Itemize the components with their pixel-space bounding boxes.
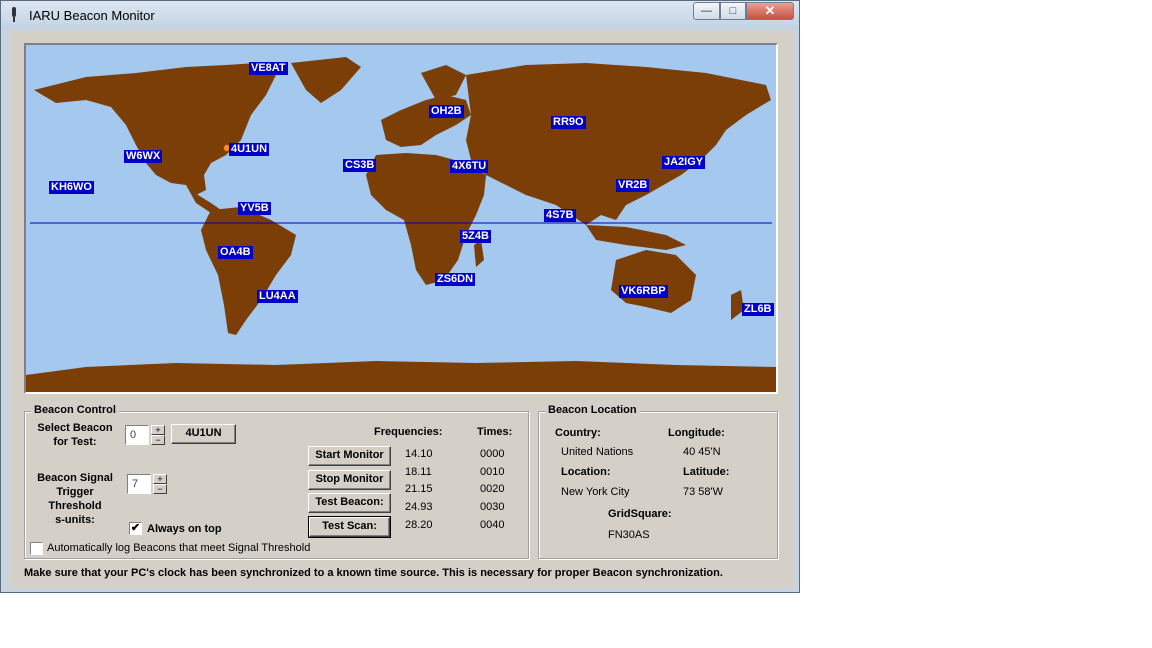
beacon-label[interactable]: 5Z4B [460, 230, 491, 243]
time-value: 0040 [480, 518, 505, 531]
location-value: New York City [561, 486, 630, 498]
time-list: 0000 0010 0020 0030 0040 [480, 446, 504, 535]
gridsquare-label: GridSquare: [608, 508, 672, 520]
client-area: VE8AT OH2B RR9O W6WX 4U1UN CS3B 4X6TU JA… [9, 30, 793, 588]
times-header: Times: [477, 426, 513, 438]
beacon-label[interactable]: JA2IGY [662, 156, 706, 169]
gridsquare-value: FN30AS [608, 529, 650, 541]
beacon-label[interactable]: ZS6DN [435, 273, 476, 286]
time-value: 0030 [480, 501, 505, 514]
threshold-spin-buttons: + − [153, 474, 167, 494]
sync-notice: Make sure that your PC's clock has been … [24, 567, 723, 579]
beacon-label[interactable]: 4X6TU [450, 160, 489, 173]
frequency-list: 14.10 18.11 21.15 24.93 28.20 [405, 446, 433, 535]
beacon-select-spin-buttons: + − [151, 425, 165, 445]
microphone-icon [12, 7, 16, 22]
auto-log-checkbox[interactable] [30, 542, 43, 555]
beacon-label[interactable]: 4U1UN [229, 143, 270, 156]
beacon-label[interactable]: OH2B [429, 105, 464, 118]
beacon-label[interactable]: CS3B [343, 159, 377, 172]
country-label: Country: [555, 427, 601, 439]
beacon-label[interactable]: YV5B [238, 202, 271, 215]
test-scan-button[interactable]: Test Scan: [308, 516, 391, 538]
window-title: IARU Beacon Monitor [29, 8, 155, 23]
close-button[interactable]: ✕ [746, 2, 794, 20]
threshold-label: Beacon Signal Trigger Threshold s-units: [37, 472, 113, 526]
beacon-label[interactable]: VE8AT [249, 62, 288, 75]
spin-down-button[interactable]: − [151, 435, 165, 445]
beacon-label[interactable]: OA4B [218, 246, 253, 259]
frequency-value: 28.20 [405, 518, 433, 531]
beacon-label[interactable]: LU4AA [257, 290, 298, 303]
frequency-value: 18.11 [405, 465, 432, 478]
beacon-label[interactable]: ZL6B [742, 303, 774, 316]
test-beacon-button[interactable]: Test Beacon: [308, 493, 391, 513]
start-monitor-button[interactable]: Start Monitor [308, 446, 391, 466]
always-on-top-checkbox[interactable]: ✔ [129, 522, 142, 535]
beacon-location-title: Beacon Location [545, 404, 640, 416]
frequencies-header: Frequencies: [374, 426, 443, 438]
beacon-control-title: Beacon Control [31, 404, 119, 416]
spin-up-button[interactable]: + [151, 425, 165, 435]
latitude-label: Latitude: [683, 466, 730, 478]
auto-log-label: Automatically log Beacons that meet Sign… [47, 542, 311, 554]
beacon-label[interactable]: KH6WO [49, 181, 94, 194]
app-window: IARU Beacon Monitor — □ ✕ VE8AT OH2B RR9… [0, 0, 800, 593]
frequency-value: 24.93 [405, 501, 433, 514]
frequency-value: 14.10 [405, 448, 433, 460]
latitude-value: 73 58'W [683, 486, 724, 498]
country-value: United Nations [561, 446, 634, 458]
beacon-label[interactable]: VK6RBP [619, 285, 668, 298]
beacon-label[interactable]: W6WX [124, 150, 163, 163]
title-bar[interactable]: IARU Beacon Monitor — □ ✕ [1, 1, 799, 29]
maximize-button[interactable]: □ [720, 2, 746, 20]
world-map-svg [26, 45, 776, 392]
beacon-label[interactable]: 4S7B [544, 209, 576, 222]
time-value: 0010 [480, 465, 505, 478]
spin-down-button[interactable]: − [153, 484, 167, 494]
spin-up-button[interactable]: + [153, 474, 167, 484]
selected-beacon-button[interactable]: 4U1UN [171, 424, 236, 444]
stop-monitor-button[interactable]: Stop Monitor [308, 470, 391, 490]
beacon-select-spinner[interactable]: 0 [125, 425, 149, 445]
minimize-button[interactable]: — [693, 2, 720, 20]
select-beacon-label: Select Beacon for Test: [37, 422, 113, 448]
longitude-label: Longitude: [668, 427, 725, 439]
threshold-spinner[interactable]: 7 [127, 474, 151, 494]
time-value: 0000 [480, 448, 505, 460]
always-on-top-label: Always on top [147, 523, 222, 535]
world-map: VE8AT OH2B RR9O W6WX 4U1UN CS3B 4X6TU JA… [24, 43, 778, 394]
frequency-value: 21.15 [405, 483, 433, 496]
beacon-label[interactable]: RR9O [551, 116, 586, 129]
location-label: Location: [561, 466, 611, 478]
beacon-label[interactable]: VR2B [616, 179, 650, 192]
time-value: 0020 [480, 483, 505, 496]
longitude-value: 40 45'N [683, 446, 721, 458]
